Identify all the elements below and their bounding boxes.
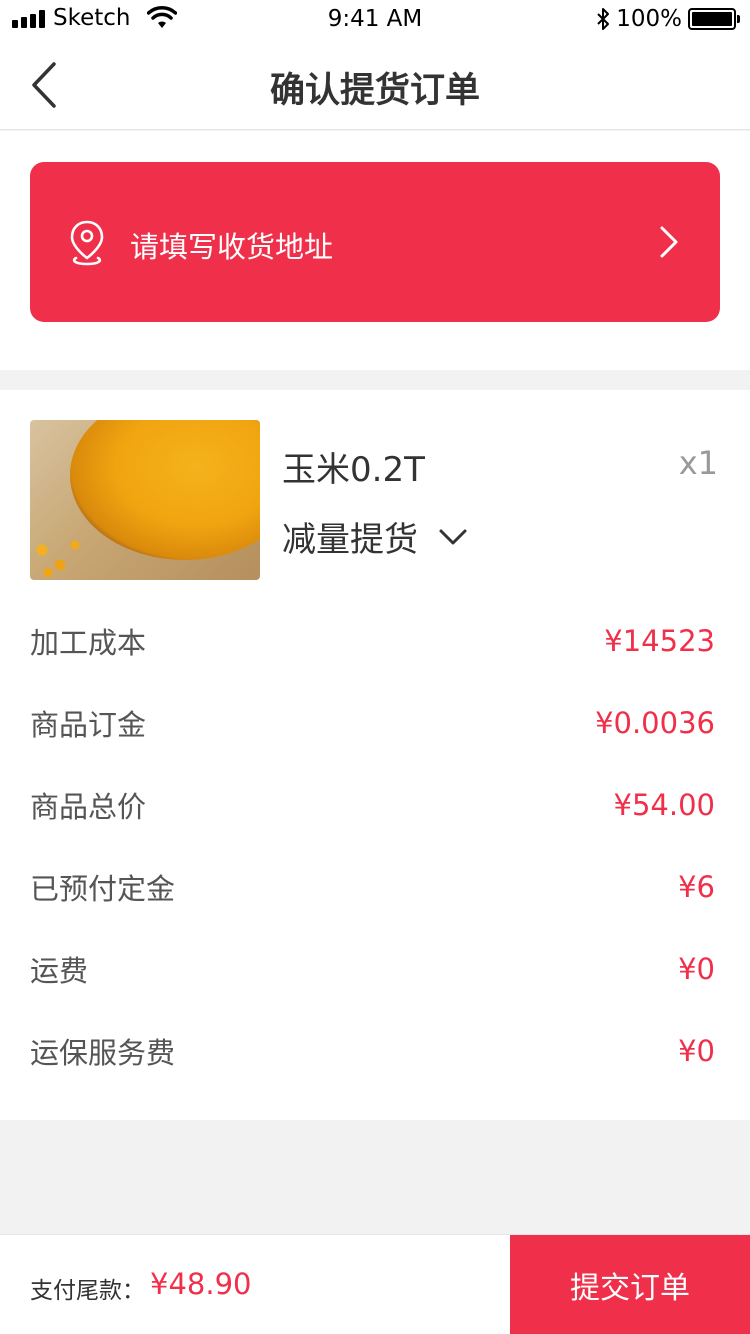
cost-label: 已预付定金 (30, 872, 176, 906)
cost-value: ¥0.0036 (595, 706, 715, 740)
pay-balance-amount: ¥48.90 (150, 1267, 252, 1301)
address-placeholder: 请填写收货地址 (130, 230, 334, 264)
nav-bar: 确认提货订单 (0, 40, 750, 130)
address-section: 请填写收货地址 (0, 131, 750, 370)
reduce-pickup-dropdown[interactable]: 减量提货 (282, 512, 468, 561)
page-title: 确认提货订单 (269, 71, 480, 111)
chevron-down-icon (439, 529, 467, 544)
cost-value: ¥54.00 (613, 788, 715, 822)
cost-row-prepaid: 已预付定金 ¥6 (0, 846, 750, 928)
cost-row-processing: 加工成本 ¥14523 (0, 600, 750, 682)
cost-value: ¥0 (678, 952, 715, 986)
status-bar: Sketch 9:41 AM 100% (0, 0, 750, 40)
cost-row-total: 商品总价 ¥54.00 (0, 764, 750, 846)
chevron-right-icon (660, 226, 678, 258)
cost-row-insurance: 运保服务费 ¥0 (0, 1010, 750, 1092)
cost-value: ¥0 (678, 1034, 715, 1068)
order-section: 玉米0.2T x1 减量提货 加工成本 ¥14523 商品订金 ¥0.0036 … (0, 390, 750, 1120)
pay-balance-label: 支付尾款： (30, 1278, 145, 1304)
cost-list: 加工成本 ¥14523 商品订金 ¥0.0036 商品总价 ¥54.00 已预付… (0, 600, 750, 1092)
cost-value: ¥6 (678, 870, 715, 904)
status-right: 100% (596, 6, 740, 32)
bottom-bar: 支付尾款： ¥48.90 提交订单 (0, 1234, 750, 1334)
cost-label: 运费 (30, 954, 89, 988)
product-quantity: x1 (678, 444, 718, 482)
cost-row-deposit: 商品订金 ¥0.0036 (0, 682, 750, 764)
cost-label: 商品总价 (30, 790, 147, 824)
cost-label: 商品订金 (30, 708, 147, 742)
cost-label: 运保服务费 (30, 1036, 176, 1070)
location-pin-icon (70, 220, 104, 266)
reduce-pickup-label: 减量提货 (282, 520, 418, 560)
submit-order-button[interactable]: 提交订单 (510, 1235, 750, 1334)
cost-row-shipping: 运费 ¥0 (0, 928, 750, 1010)
battery-percent: 100% (616, 6, 682, 32)
cost-label: 加工成本 (30, 626, 147, 660)
bluetooth-icon (597, 8, 610, 30)
product-image (30, 420, 260, 580)
address-selector[interactable]: 请填写收货地址 (30, 162, 720, 322)
cost-value: ¥14523 (604, 624, 715, 658)
product-name: 玉米0.2T (282, 450, 425, 490)
battery-icon (688, 8, 740, 30)
